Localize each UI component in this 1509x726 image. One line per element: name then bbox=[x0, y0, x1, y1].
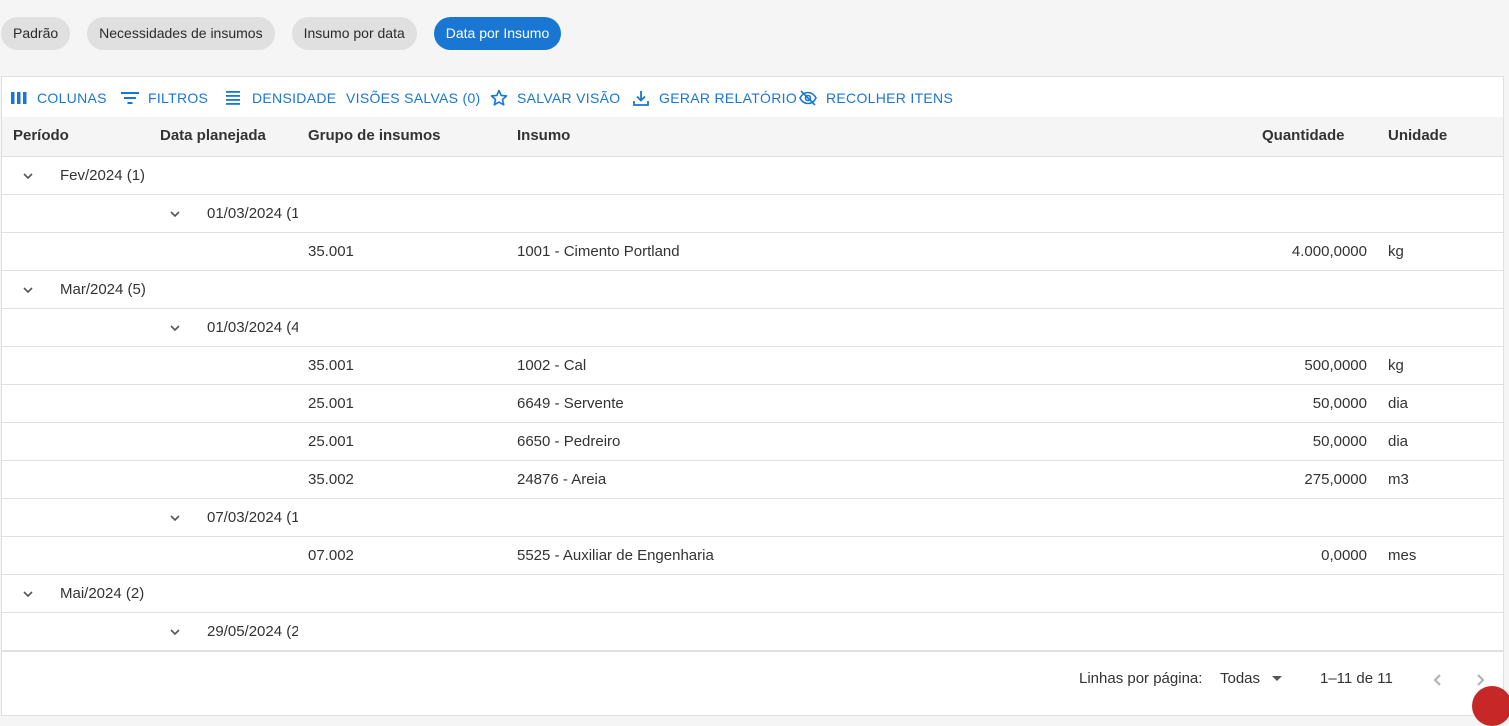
floating-action-button[interactable] bbox=[1472, 686, 1509, 726]
header-unidade[interactable]: Unidade bbox=[1388, 117, 1447, 155]
quantity-cell: 50,0000 bbox=[1312, 433, 1367, 450]
input-cell: 24876 - Areia bbox=[517, 471, 607, 488]
rows-per-page-value: Todas bbox=[1220, 670, 1261, 687]
density-button[interactable]: DENSIDADE bbox=[225, 87, 336, 109]
unit-cell: mes bbox=[1388, 547, 1417, 564]
saved-views-label: VISÕES SALVAS (0) bbox=[346, 90, 481, 106]
eye-off-icon bbox=[799, 90, 817, 106]
group-cell: 35.001 bbox=[308, 357, 354, 374]
chevron-down-icon[interactable] bbox=[21, 283, 35, 297]
view-tabs: Padrão Necessidades de insumos Insumo po… bbox=[1, 17, 578, 50]
collapse-items-label: RECOLHER ITENS bbox=[826, 90, 954, 106]
filters-label: FILTROS bbox=[148, 90, 209, 106]
table-row[interactable]: 35.002 24876 - Areia 275,0000 m3 bbox=[2, 461, 1503, 499]
tab-necessidades-de-insumos[interactable]: Necessidades de insumos bbox=[87, 17, 275, 50]
unit-cell: dia bbox=[1388, 433, 1409, 450]
input-cell: 5525 - Auxiliar de Engenharia bbox=[517, 547, 714, 564]
columns-label: COLUNAS bbox=[37, 90, 107, 106]
quantity-cell: 500,0000 bbox=[1304, 357, 1367, 374]
unit-cell: m3 bbox=[1388, 471, 1409, 488]
column-headers: Período Data planejada Grupo de insumos … bbox=[2, 117, 1503, 157]
star-icon bbox=[490, 89, 508, 106]
columns-button[interactable]: COLUNAS bbox=[10, 87, 107, 109]
period-group-row[interactable]: Mai/2024 (2) bbox=[2, 575, 1503, 613]
input-cell: 6649 - Servente bbox=[517, 395, 624, 412]
header-data-planejada[interactable]: Data planejada bbox=[160, 117, 266, 155]
chevron-down-icon[interactable] bbox=[168, 321, 182, 335]
save-view-label: SALVAR VISÃO bbox=[517, 90, 621, 106]
table-row[interactable]: 25.001 6649 - Servente 50,0000 dia bbox=[2, 385, 1503, 423]
input-cell: 1001 - Cimento Portland bbox=[517, 243, 680, 260]
table-row[interactable]: 07.002 5525 - Auxiliar de Engenharia 0,0… bbox=[2, 537, 1503, 575]
quantity-cell: 50,0000 bbox=[1312, 395, 1367, 412]
header-grupo-de-insumos[interactable]: Grupo de insumos bbox=[308, 117, 441, 155]
pagination-range: 1–11 de 11 bbox=[1320, 670, 1393, 687]
chevron-down-icon[interactable] bbox=[168, 207, 182, 221]
period-group-row[interactable]: Fev/2024 (1) bbox=[2, 157, 1503, 195]
quantity-cell: 4.000,0000 bbox=[1291, 243, 1367, 260]
header-quantidade[interactable]: Quantidade bbox=[1262, 117, 1345, 155]
date-group-label: 07/03/2024 (1) bbox=[207, 509, 298, 526]
quantity-cell: 275,0000 bbox=[1304, 471, 1367, 488]
group-cell: 35.001 bbox=[308, 243, 354, 260]
group-cell: 25.001 bbox=[308, 395, 354, 412]
unit-cell: kg bbox=[1388, 357, 1404, 374]
collapse-items-button[interactable]: RECOLHER ITENS bbox=[799, 87, 953, 109]
period-group-label: Mar/2024 (5) bbox=[60, 281, 146, 298]
header-periodo[interactable]: Período bbox=[13, 117, 69, 155]
chevron-down-icon[interactable] bbox=[21, 169, 35, 183]
group-cell: 07.002 bbox=[308, 547, 354, 564]
save-view-button[interactable]: SALVAR VISÃO bbox=[490, 87, 620, 109]
period-group-label: Mai/2024 (2) bbox=[60, 585, 145, 602]
date-group-row[interactable]: 07/03/2024 (1) bbox=[2, 499, 1503, 537]
date-group-row[interactable]: 01/03/2024 (4) bbox=[2, 309, 1503, 347]
filter-icon bbox=[121, 92, 139, 104]
generate-report-label: GERAR RELATÓRIO bbox=[659, 90, 798, 106]
grid-body: Fev/2024 (1) 01/03/2024 (1) 35.001 1001 … bbox=[2, 157, 1503, 651]
previous-page-button[interactable] bbox=[1430, 672, 1446, 688]
table-row[interactable]: 25.001 6650 - Pedreiro 50,0000 dia bbox=[2, 423, 1503, 461]
group-cell: 35.002 bbox=[308, 471, 354, 488]
data-grid: COLUNAS FILTROS DENSIDADE VISÕES SALVAS … bbox=[1, 76, 1504, 716]
rows-per-page-label: Linhas por página: bbox=[1079, 670, 1203, 687]
chevron-down-icon[interactable] bbox=[168, 625, 182, 639]
table-row[interactable]: 35.001 1001 - Cimento Portland 4.000,000… bbox=[2, 233, 1503, 271]
filters-button[interactable]: FILTROS bbox=[121, 87, 208, 109]
tab-insumo-por-data[interactable]: Insumo por data bbox=[291, 17, 417, 50]
date-group-label: 01/03/2024 (1) bbox=[207, 205, 298, 222]
header-insumo[interactable]: Insumo bbox=[517, 117, 570, 155]
table-row[interactable]: 35.001 1002 - Cal 500,0000 kg bbox=[2, 347, 1503, 385]
period-group-label: Fev/2024 (1) bbox=[60, 167, 146, 184]
date-group-row[interactable]: 01/03/2024 (1) bbox=[2, 195, 1503, 233]
input-cell: 1002 - Cal bbox=[517, 357, 587, 374]
tab-data-por-insumo[interactable]: Data por Insumo bbox=[433, 17, 562, 50]
download-icon bbox=[633, 91, 649, 106]
columns-icon bbox=[11, 92, 27, 104]
chevron-down-icon[interactable] bbox=[21, 587, 35, 601]
density-icon bbox=[226, 91, 240, 105]
tab-padrao[interactable]: Padrão bbox=[1, 17, 71, 50]
group-cell: 25.001 bbox=[308, 433, 354, 450]
input-cell: 6650 - Pedreiro bbox=[517, 433, 621, 450]
date-group-row[interactable]: 29/05/2024 (2) bbox=[2, 613, 1503, 651]
density-label: DENSIDADE bbox=[252, 90, 337, 106]
quantity-cell: 0,0000 bbox=[1321, 547, 1367, 564]
caret-down-icon bbox=[1272, 676, 1283, 681]
period-group-row[interactable]: Mar/2024 (5) bbox=[2, 271, 1503, 309]
rows-per-page-select[interactable]: Todas bbox=[1220, 670, 1283, 687]
generate-report-button[interactable]: GERAR RELATÓRIO bbox=[632, 87, 797, 109]
date-group-label: 01/03/2024 (4) bbox=[207, 319, 298, 336]
chevron-left-icon bbox=[1433, 674, 1441, 686]
unit-cell: kg bbox=[1388, 243, 1404, 260]
chevron-right-icon bbox=[1477, 674, 1485, 686]
chevron-down-icon[interactable] bbox=[168, 511, 182, 525]
saved-views-button[interactable]: VISÕES SALVAS (0) bbox=[346, 87, 481, 109]
next-page-button[interactable] bbox=[1472, 672, 1488, 688]
unit-cell: dia bbox=[1388, 395, 1409, 412]
pagination-footer: Linhas por página: Todas 1–11 de 11 bbox=[1, 651, 1504, 696]
grid-toolbar: COLUNAS FILTROS DENSIDADE VISÕES SALVAS … bbox=[2, 77, 1503, 117]
date-group-label: 29/05/2024 (2) bbox=[207, 623, 298, 640]
